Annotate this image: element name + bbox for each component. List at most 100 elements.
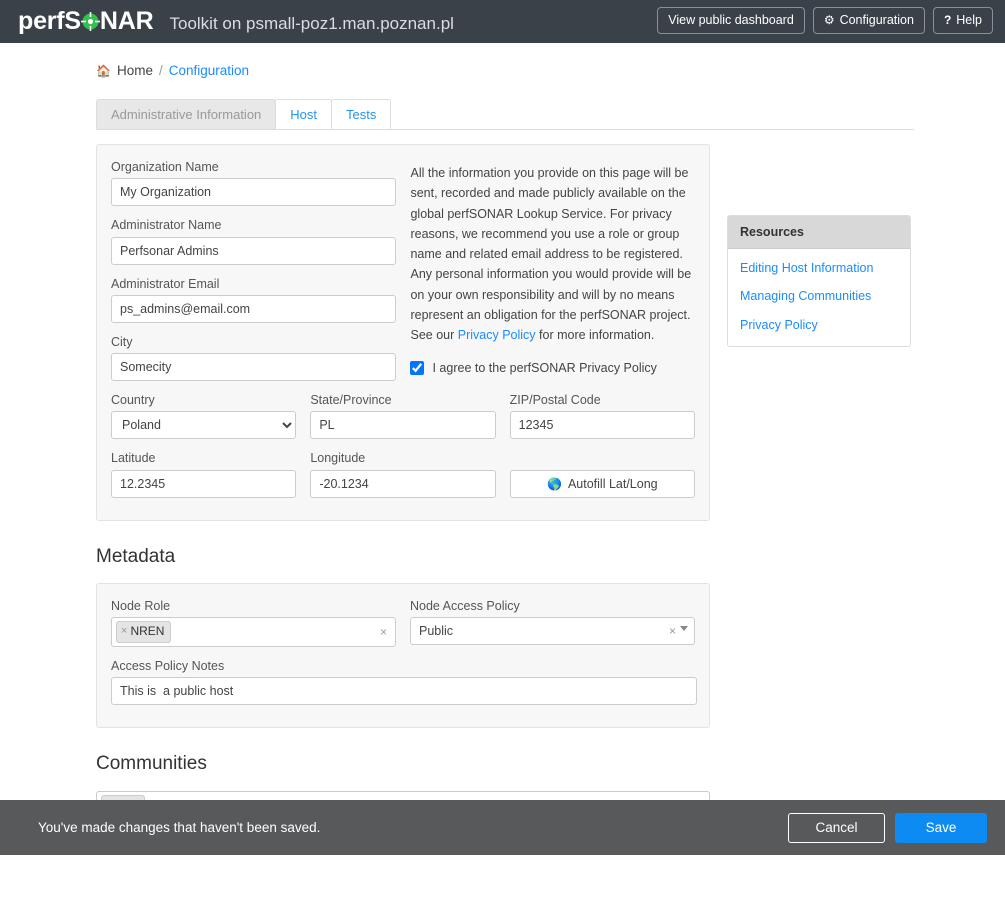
- unsaved-changes-message: You've made changes that haven't been sa…: [38, 820, 320, 835]
- field-state-province: State/Province: [310, 392, 495, 439]
- autofill-lat-long-label: Autofill Lat/Long: [568, 477, 658, 491]
- resource-link-privacy-policy[interactable]: Privacy Policy: [740, 317, 898, 333]
- state-province-input[interactable]: [310, 411, 495, 439]
- tab-tests[interactable]: Tests: [331, 99, 391, 129]
- globe-icon: 🌎: [547, 477, 562, 491]
- zip-postal-code-input[interactable]: [510, 411, 695, 439]
- logo-text-before: perfS: [18, 9, 81, 34]
- toolkit-title: Toolkit on psmall-poz1.man.poznan.pl: [169, 14, 453, 34]
- breadcrumb-configuration[interactable]: Configuration: [169, 63, 249, 78]
- node-access-policy-value: Public: [419, 624, 453, 638]
- breadcrumb-separator: /: [159, 63, 163, 78]
- location-row-2: Latitude Longitude 🌎 Autofill Lat/Long: [111, 450, 695, 497]
- metadata-columns: Node Role × NREN × Node Access Policy Pu…: [111, 598, 695, 647]
- field-latitude: Latitude: [111, 450, 296, 497]
- node-role-clear-icon[interactable]: ×: [380, 625, 387, 639]
- node-access-policy-clear-icon[interactable]: ×: [669, 624, 676, 638]
- location-row-1: Country Poland State/Province ZIP/Postal…: [111, 392, 695, 439]
- latitude-input[interactable]: [111, 470, 296, 498]
- city-input[interactable]: [111, 353, 396, 381]
- country-label: Country: [111, 392, 296, 408]
- communities-section-title: Communities: [96, 752, 914, 777]
- help-label: Help: [956, 14, 982, 27]
- node-access-policy-label: Node Access Policy: [410, 598, 695, 614]
- autofill-wrapper: 🌎 Autofill Lat/Long: [510, 450, 695, 497]
- view-public-dashboard-label: View public dashboard: [668, 14, 794, 27]
- field-node-role: Node Role × NREN ×: [111, 598, 396, 647]
- content-container: 🏠 Home / Configuration Administrative In…: [96, 63, 914, 847]
- state-province-label: State/Province: [310, 392, 495, 408]
- savebar-actions: Cancel Save: [788, 813, 987, 843]
- breadcrumb-home[interactable]: Home: [117, 63, 153, 78]
- home-icon: 🏠: [96, 64, 111, 78]
- organization-name-label: Organization Name: [111, 159, 396, 175]
- field-city: City: [111, 334, 396, 381]
- tab-administrative-information[interactable]: Administrative Information: [96, 99, 276, 129]
- longitude-input[interactable]: [310, 470, 495, 498]
- field-access-policy-notes: Access Policy Notes: [111, 658, 695, 705]
- privacy-agree-label: I agree to the perfSONAR Privacy Policy: [432, 361, 656, 375]
- perfsonar-logo: perfS NAR: [18, 9, 153, 34]
- administrator-email-input[interactable]: [111, 295, 396, 323]
- metadata-section-title: Metadata: [96, 545, 914, 570]
- brand[interactable]: perfS NAR Toolkit on psmall-poz1.man.pozn…: [18, 9, 454, 34]
- question-icon: ?: [944, 14, 951, 26]
- country-select[interactable]: Poland: [111, 411, 296, 439]
- resources-links: Editing Host Information Managing Commun…: [728, 249, 910, 346]
- view-public-dashboard-button[interactable]: View public dashboard: [657, 7, 805, 34]
- form-right-column: All the information you provide on this …: [410, 159, 695, 381]
- breadcrumb: 🏠 Home / Configuration: [96, 63, 914, 78]
- resource-link-managing-communities[interactable]: Managing Communities: [740, 288, 898, 304]
- navbar-actions: View public dashboard ⚙ Configuration ? …: [657, 7, 993, 34]
- cancel-button[interactable]: Cancel: [788, 813, 885, 843]
- field-longitude: Longitude: [310, 450, 495, 497]
- help-button[interactable]: ? Help: [933, 7, 993, 34]
- gear-icon: ⚙: [824, 14, 835, 26]
- top-navbar: perfS NAR Toolkit on psmall-poz1.man.pozn…: [0, 0, 1005, 43]
- privacy-notice-part1: All the information you provide on this …: [410, 166, 691, 342]
- resources-panel: Resources Editing Host Information Manag…: [727, 215, 911, 347]
- node-role-token-input[interactable]: × NREN ×: [111, 617, 396, 647]
- administrator-name-input[interactable]: [111, 237, 396, 265]
- city-label: City: [111, 334, 396, 350]
- privacy-notice-part2: for more information.: [536, 328, 655, 342]
- autofill-spacer-label: [510, 450, 695, 466]
- privacy-policy-link[interactable]: Privacy Policy: [458, 328, 536, 342]
- autofill-lat-long-button[interactable]: 🌎 Autofill Lat/Long: [510, 470, 695, 498]
- resource-link-editing-host-information[interactable]: Editing Host Information: [740, 260, 898, 276]
- form-left-column: Organization Name Administrator Name Adm…: [111, 159, 396, 381]
- access-policy-notes-input[interactable]: [111, 677, 697, 705]
- tab-host[interactable]: Host: [275, 99, 332, 129]
- access-policy-notes-label: Access Policy Notes: [111, 658, 695, 674]
- target-crosshair-icon: [81, 12, 100, 31]
- privacy-notice-text: All the information you provide on this …: [410, 163, 695, 345]
- field-administrator-name: Administrator Name: [111, 217, 396, 264]
- tab-bar: Administrative Information Host Tests: [96, 100, 914, 130]
- resources-title: Resources: [728, 216, 910, 249]
- configuration-button[interactable]: ⚙ Configuration: [813, 7, 925, 34]
- save-button[interactable]: Save: [895, 813, 987, 843]
- configuration-label: Configuration: [840, 14, 914, 27]
- node-access-policy-select[interactable]: Public ×: [410, 617, 695, 645]
- field-country: Country Poland: [111, 392, 296, 439]
- node-role-token[interactable]: × NREN: [116, 621, 171, 643]
- metadata-panel: Node Role × NREN × Node Access Policy Pu…: [96, 583, 710, 728]
- field-administrator-email: Administrator Email: [111, 276, 396, 323]
- longitude-label: Longitude: [310, 450, 495, 466]
- field-organization-name: Organization Name: [111, 159, 396, 206]
- field-node-access-policy: Node Access Policy Public ×: [410, 598, 695, 647]
- page-body: 🏠 Home / Configuration Administrative In…: [0, 43, 1005, 855]
- field-zip-postal-code: ZIP/Postal Code: [510, 392, 695, 439]
- administrative-information-panel: Organization Name Administrator Name Adm…: [96, 144, 710, 521]
- form-columns: Organization Name Administrator Name Adm…: [111, 159, 695, 381]
- unsaved-changes-bar: You've made changes that haven't been sa…: [0, 800, 1005, 855]
- zip-postal-code-label: ZIP/Postal Code: [510, 392, 695, 408]
- latitude-label: Latitude: [111, 450, 296, 466]
- node-role-label: Node Role: [111, 598, 396, 614]
- chevron-down-icon: [680, 626, 688, 631]
- privacy-agree-row: I agree to the perfSONAR Privacy Policy: [410, 361, 695, 375]
- organization-name-input[interactable]: [111, 178, 396, 206]
- logo-text-after: NAR: [100, 9, 154, 34]
- privacy-agree-checkbox[interactable]: [410, 361, 424, 375]
- token-remove-icon[interactable]: ×: [121, 624, 127, 639]
